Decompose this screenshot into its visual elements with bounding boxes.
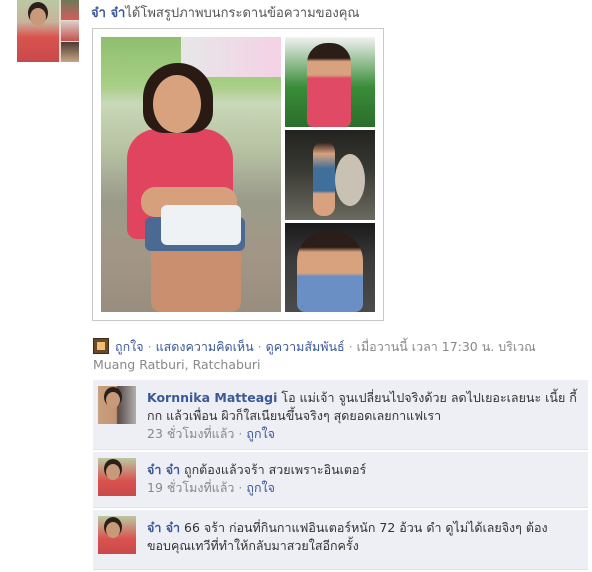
post-timestamp[interactable]: เมื่อวานนี้ เวลา 17:30 น. บริเวณ	[357, 339, 536, 354]
comment-author-link[interactable]: Kornnika Matteagi	[147, 390, 277, 405]
comment-like-link[interactable]: ถูกใจ	[246, 426, 275, 441]
post-header: จ๋า จ๋าได้โพสรูปภาพบนกระดานข้อความของคุณ	[91, 2, 359, 23]
commenter-avatar[interactable]	[98, 386, 136, 424]
like-link[interactable]: ถูกใจ	[115, 339, 144, 354]
poster-photo-tile	[61, 21, 79, 41]
commenter-avatar[interactable]	[98, 516, 136, 554]
collage-photo-top-right	[285, 37, 375, 127]
photo-app-icon	[93, 338, 109, 354]
comment-body: Kornnika Matteagi โอ แม่เจ้า จูนเปลี่ยนไ…	[147, 389, 580, 443]
collage-photo-middle-right	[285, 130, 375, 220]
post-action-text: ได้โพสรูปภาพบนกระดานข้อความของคุณ	[125, 6, 360, 21]
comment-item: จ๋า จ๋า ถูกต้องแล้วจร้า สวยเพราะอินเตอร์…	[93, 452, 588, 508]
comment-author-link[interactable]: จ๋า จ๋า	[147, 462, 180, 477]
comment-meta: 19 ชั่วโมงที่แล้ว · ถูกใจ	[147, 480, 275, 495]
post-location[interactable]: Muang Ratburi, Ratchaburi	[93, 357, 260, 372]
collage-photo-bottom-right	[285, 223, 375, 312]
post-author-link[interactable]: จ๋า จ๋า	[91, 6, 125, 21]
comment-text: ถูกต้องแล้วจร้า สวยเพราะอินเตอร์	[184, 462, 367, 477]
post-actions-bar: ถูกใจ · แสดงความคิดเห็น · ดูความสัมพันธ์ · เมื…	[93, 338, 563, 374]
comments-list: Kornnika Matteagi โอ แม่เจ้า จูนเปลี่ยนไ…	[93, 380, 588, 572]
separator: ·	[348, 339, 353, 354]
comment-body: จ๋า จ๋า 66 จร้า ก่อนที่กินกาแฟอินเตอร์หน…	[147, 519, 580, 555]
comment-meta: 23 ชั่วโมงที่แล้ว · ถูกใจ	[147, 426, 275, 441]
poster-photo-tile	[61, 42, 79, 62]
poster-profile-photo[interactable]	[17, 0, 79, 62]
comment-author-link[interactable]: จ๋า จ๋า	[147, 520, 180, 535]
comment-like-link[interactable]: ถูกใจ	[246, 480, 275, 495]
comment-time[interactable]: 19 ชั่วโมงที่แล้ว	[147, 480, 234, 495]
separator: ·	[257, 339, 262, 354]
comment-link[interactable]: แสดงความคิดเห็น	[156, 339, 254, 354]
comment-item: จ๋า จ๋า 66 จร้า ก่อนที่กินกาแฟอินเตอร์หน…	[93, 510, 588, 570]
poster-photo-main	[17, 0, 59, 62]
see-friendship-link[interactable]: ดูความสัมพันธ์	[266, 339, 345, 354]
photo-collage	[101, 37, 375, 312]
separator: ·	[147, 339, 152, 354]
posted-photo[interactable]	[92, 28, 384, 321]
poster-photo-tile	[61, 0, 79, 20]
commenter-avatar[interactable]	[98, 458, 136, 496]
comment-body: จ๋า จ๋า ถูกต้องแล้วจร้า สวยเพราะอินเตอร์…	[147, 461, 580, 497]
comment-text: 66 จร้า ก่อนที่กินกาแฟอินเตอร์หนัก 72 อ้…	[147, 520, 548, 553]
comment-time[interactable]: 23 ชั่วโมงที่แล้ว	[147, 426, 234, 441]
collage-main-photo	[101, 37, 281, 312]
comment-item: Kornnika Matteagi โอ แม่เจ้า จูนเปลี่ยนไ…	[93, 380, 588, 450]
